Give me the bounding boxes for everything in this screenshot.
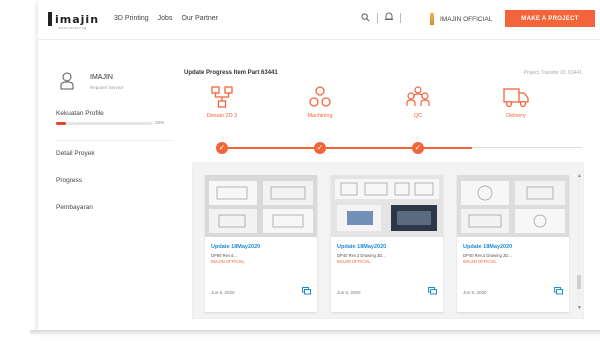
brand-name: imajin (55, 12, 100, 26)
nav-link-jobs[interactable]: Jobs (158, 15, 173, 22)
brand-tagline: manufacturing (58, 26, 87, 30)
sidebar-item-pembayaran[interactable]: Pembayaran (56, 204, 93, 211)
progress-stepper: Desain 2D 3 Machining QC Delivery ✓ ✓ ✓ (180, 86, 592, 156)
chat-icon[interactable] (554, 287, 563, 297)
make-project-button[interactable]: MAKE A PROJECT (505, 10, 595, 27)
update-card[interactable]: Update 18May2020 DP40 Rev.3 Drawing 2D..… (457, 175, 569, 312)
step-label: QC (413, 113, 423, 119)
top-navbar: imajin manufacturing 3D Printing Jobs Ou… (38, 0, 600, 40)
step-label: Delivery (506, 113, 526, 119)
nav-link-our-partner[interactable]: Our Partner (181, 15, 218, 22)
app-window: imajin manufacturing 3D Printing Jobs Ou… (38, 0, 600, 330)
drawing-thumbnail (457, 175, 569, 237)
update-gallery: Update 18May2020 DP90 Rev.4... IMAJIN OF… (192, 162, 584, 319)
step-qc: QC (383, 86, 453, 119)
sidebar-item-progress[interactable]: Progress (56, 177, 82, 184)
scrollbar-thumb[interactable] (577, 275, 581, 289)
search-icon[interactable] (361, 12, 370, 24)
step-label: Machining (307, 113, 333, 119)
profile-progress-percent: 10% (155, 120, 165, 125)
window-shadow (30, 330, 600, 336)
update-card-date: Jun 6, 2020 (337, 290, 361, 295)
step-machining: Machining (285, 86, 355, 119)
chat-icon[interactable] (302, 287, 311, 297)
user-icon (60, 72, 74, 90)
update-card-author: IMAJIN OFFICIAL (337, 259, 371, 264)
nav-icons (361, 12, 401, 24)
sidebar-divider (56, 140, 174, 141)
part-photo-thumbnail (331, 175, 443, 237)
sidebar-user-name: IMAJIN (90, 74, 113, 81)
update-card[interactable]: Update 18May2020 DP40 Rev.3 Drawing 3D..… (331, 175, 443, 312)
step-check-design: ✓ (216, 142, 228, 154)
sidebar-user-role: Repairer Service (90, 85, 124, 90)
profile-progress-fill (56, 122, 66, 125)
update-thumbnail-image[interactable] (205, 175, 317, 237)
update-card-author: IMAJIN OFFICIAL (463, 259, 497, 264)
page-title: Update Progress Item Part 63441 (184, 70, 278, 76)
update-card-description: DP90 Rev.4... (211, 253, 237, 258)
step-delivery: Delivery (481, 86, 551, 119)
machining-icon (309, 86, 331, 107)
stepper-line-complete (222, 147, 472, 149)
profile-progress-bar (56, 122, 152, 125)
update-card-date: Jun 6, 2020 (211, 290, 235, 295)
bell-icon[interactable] (385, 12, 393, 24)
step-label: Desain 2D 3 (206, 113, 238, 119)
team-qc-icon (406, 86, 430, 106)
sidebar-item-detail-proyek[interactable]: Detail Proyek (56, 150, 95, 157)
update-card-description: DP40 Rev.3 Drawing 2D... (463, 253, 512, 258)
update-card-title[interactable]: Update 18May2020 (337, 244, 386, 250)
update-thumbnail-image[interactable] (331, 175, 443, 237)
scroll-up-icon[interactable]: ▲ (577, 173, 582, 179)
step-check-qc: ✓ (412, 142, 424, 154)
user-avatar (430, 13, 434, 25)
update-thumbnail-image[interactable] (457, 175, 569, 237)
brand-logo[interactable]: imajin (48, 12, 99, 26)
update-card-date: Jun 8, 2020 (463, 290, 487, 295)
stepper-line-pending (472, 147, 582, 148)
delivery-truck-icon (503, 88, 529, 108)
update-card-title[interactable]: Update 18May2020 (463, 244, 512, 250)
nav-divider (377, 13, 378, 23)
profile-sidebar: IMAJIN Repairer Service Kekuatan Profile… (52, 62, 174, 242)
chat-icon[interactable] (428, 287, 437, 297)
scroll-down-icon[interactable]: ▼ (577, 305, 582, 311)
update-card-author: IMAJIN OFFICIAL (211, 259, 245, 264)
step-check-machining: ✓ (314, 142, 326, 154)
update-card-description: DP40 Rev.3 Drawing 3D... (337, 253, 386, 258)
gallery-scrollbar[interactable]: ▲ ▼ (577, 173, 582, 311)
nav-divider (400, 13, 401, 23)
update-card[interactable]: Update 18May2020 DP90 Rev.4... IMAJIN OF… (205, 175, 317, 312)
update-card-title[interactable]: Update 18May2020 (211, 244, 260, 250)
nav-link-3d-printing[interactable]: 3D Printing (114, 15, 149, 22)
profile-strength-label: Kekuatan Profile (56, 110, 104, 117)
nav-links: 3D Printing Jobs Our Partner (114, 15, 218, 22)
drawing-thumbnail (205, 175, 317, 237)
design-network-icon (211, 86, 233, 108)
logo-mark (48, 12, 52, 26)
project-transfer-id: Project Transfer ID: 63441 (523, 70, 582, 76)
progress-panel: Update Progress Item Part 63441 Project … (180, 62, 592, 320)
user-menu[interactable]: IMAJIN OFFICIAL (430, 13, 492, 25)
step-design: Desain 2D 3 (187, 86, 257, 119)
user-menu-name: IMAJIN OFFICIAL (440, 15, 493, 23)
